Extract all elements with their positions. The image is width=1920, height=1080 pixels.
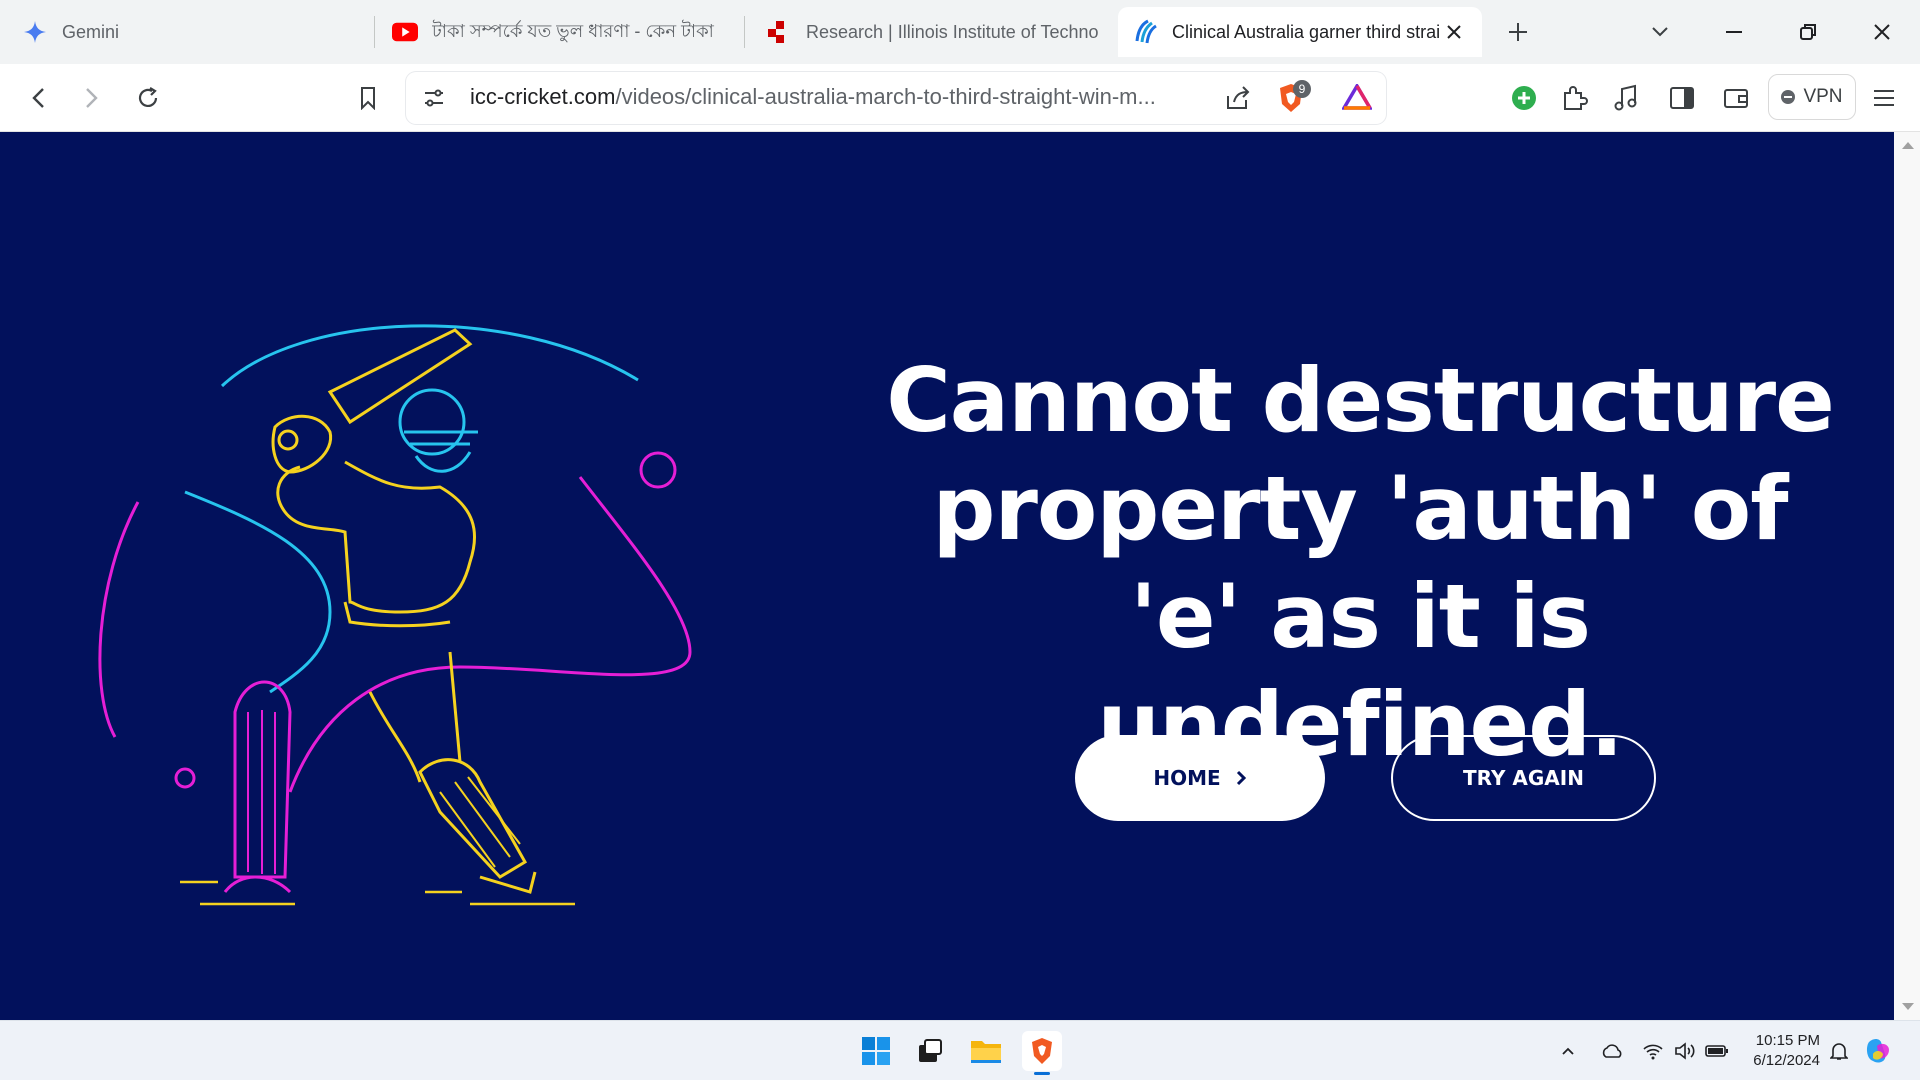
- close-window-icon[interactable]: [1864, 14, 1900, 50]
- file-explorer-icon[interactable]: [966, 1031, 1006, 1071]
- new-tab-icon[interactable]: [1500, 14, 1536, 50]
- home-button[interactable]: HOME: [1075, 735, 1325, 821]
- vertical-scrollbar[interactable]: [1894, 132, 1920, 1020]
- vpn-status-icon: [1781, 90, 1796, 104]
- menu-icon[interactable]: [1866, 80, 1902, 116]
- share-icon[interactable]: [1224, 84, 1252, 117]
- tab-title: Research | Illinois Institute of Technol…: [806, 21, 1098, 42]
- reload-icon[interactable]: [130, 80, 166, 116]
- error-page: Cannot destructure property 'auth' of 'e…: [0, 132, 1894, 1020]
- tab-title: টাকা সম্পর্কে যত ভুল ধারণা - কেন টাকা: [432, 20, 714, 41]
- gemini-icon: [22, 19, 48, 45]
- show-hidden-icons-icon[interactable]: [1556, 1031, 1580, 1071]
- scroll-down-arrow-icon[interactable]: [1902, 1003, 1914, 1010]
- error-message: Cannot destructure property 'auth' of 'e…: [886, 349, 1835, 776]
- tab-title: Gemini: [62, 21, 120, 42]
- extensions-icon[interactable]: [1556, 80, 1592, 116]
- brave-shields-icon[interactable]: 9: [1276, 80, 1311, 119]
- youtube-icon: [392, 19, 418, 45]
- start-windows-icon[interactable]: [856, 1031, 896, 1071]
- battery-icon[interactable]: [1704, 1031, 1730, 1071]
- notification-bell-icon[interactable]: [1826, 1031, 1852, 1071]
- url-domain: icc-cricket.com: [470, 84, 616, 109]
- url-text: icc-cricket.com/videos/clinical-australi…: [470, 84, 1156, 110]
- forward-icon[interactable]: [74, 80, 110, 116]
- vpn-label: VPN: [1803, 86, 1843, 107]
- tab-gemini[interactable]: Gemini: [8, 7, 368, 57]
- task-view-icon[interactable]: [910, 1031, 950, 1071]
- sidebar-toggle-icon[interactable]: [1664, 80, 1700, 116]
- volume-icon[interactable]: [1672, 1031, 1698, 1071]
- onedrive-icon[interactable]: [1598, 1031, 1626, 1071]
- copilot-icon[interactable]: [1860, 1031, 1896, 1071]
- clock-time: 10:15 PM: [1755, 1032, 1820, 1049]
- tab-youtube[interactable]: টাকা সম্পর্কে যত ভুল ধারণা - কেন টাকা: [378, 7, 738, 57]
- browser-toolbar: icc-cricket.com/videos/clinical-australi…: [0, 64, 1920, 132]
- minimize-icon[interactable]: [1716, 14, 1752, 50]
- tab-divider: [744, 16, 745, 48]
- iit-icon: [766, 19, 792, 45]
- tab-icc-active[interactable]: Clinical Australia garner third straight…: [1118, 7, 1482, 57]
- brave-taskbar-icon[interactable]: [1022, 1031, 1062, 1075]
- tab-strip: Gemini টাকা সম্পর্কে যত ভুল ধারণা - কেন …: [0, 0, 1920, 64]
- site-settings-icon[interactable]: [422, 86, 446, 115]
- chevron-right-icon: [1235, 769, 1247, 787]
- tab-divider: [374, 16, 375, 48]
- try-again-label: TRY AGAIN: [1463, 766, 1584, 790]
- tab-search-chevron-icon[interactable]: [1642, 14, 1678, 50]
- restore-icon[interactable]: [1790, 14, 1826, 50]
- media-control-icon[interactable]: [1608, 80, 1644, 116]
- wallet-icon[interactable]: [1718, 80, 1754, 116]
- icc-icon: [1132, 19, 1158, 45]
- scroll-up-arrow-icon[interactable]: [1902, 142, 1914, 149]
- windows-taskbar: 10:15 PM 6/12/2024: [0, 1020, 1920, 1080]
- active-app-indicator: [1034, 1072, 1050, 1075]
- tab-title: Clinical Australia garner third straight…: [1172, 21, 1440, 42]
- cricket-batsman-illustration: [98, 324, 692, 906]
- shields-count-badge: 9: [1293, 80, 1311, 98]
- clock-date: 6/12/2024: [1753, 1052, 1820, 1069]
- home-button-label: HOME: [1153, 766, 1221, 790]
- bookmark-icon[interactable]: [350, 80, 386, 116]
- brave-rewards-icon[interactable]: [1340, 82, 1374, 115]
- close-tab-icon[interactable]: [1440, 18, 1468, 46]
- add-extension-icon[interactable]: [1506, 80, 1542, 116]
- url-path: /videos/clinical-australia-march-to-thir…: [615, 84, 1156, 109]
- system-clock[interactable]: 10:15 PM 6/12/2024: [1730, 1031, 1820, 1071]
- vpn-button[interactable]: VPN: [1768, 74, 1856, 120]
- tab-research-iit[interactable]: Research | Illinois Institute of Technol…: [752, 7, 1112, 57]
- address-bar[interactable]: icc-cricket.com/videos/clinical-australi…: [406, 72, 1386, 124]
- back-icon[interactable]: [20, 80, 56, 116]
- wifi-icon[interactable]: [1640, 1031, 1666, 1071]
- try-again-button[interactable]: TRY AGAIN: [1391, 735, 1656, 821]
